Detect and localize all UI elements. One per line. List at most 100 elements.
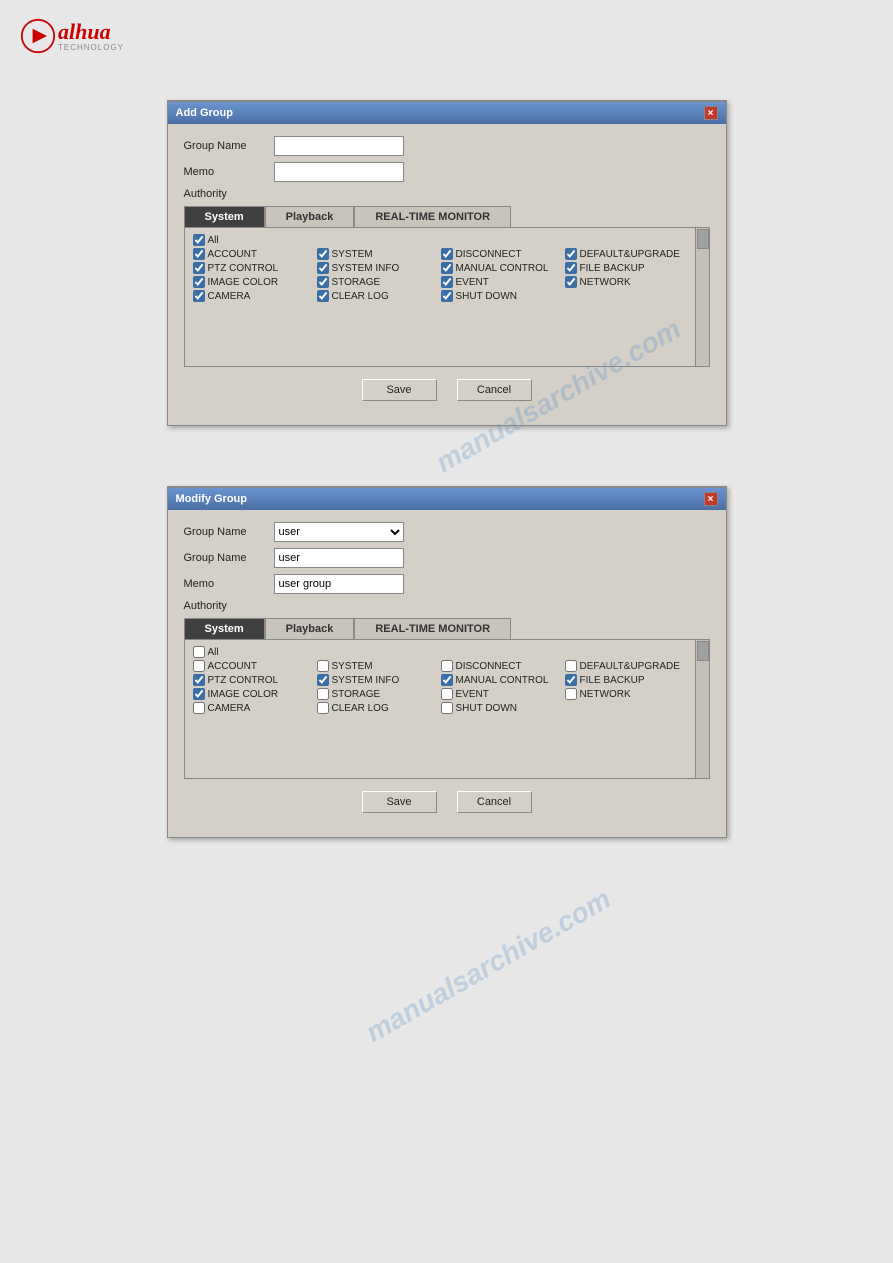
cb-disconnect[interactable] bbox=[441, 248, 453, 260]
list-item: FILE BACKUP bbox=[565, 262, 685, 274]
modify-group-tab-playback[interactable]: Playback bbox=[265, 618, 355, 639]
list-item: STORAGE bbox=[317, 688, 437, 700]
modify-group-close-button[interactable]: × bbox=[704, 492, 718, 506]
list-item: DISCONNECT bbox=[441, 248, 561, 260]
modify-cb-camera[interactable] bbox=[193, 702, 205, 714]
modify-group-name-select[interactable]: user admin bbox=[274, 522, 404, 542]
list-item: CAMERA bbox=[193, 290, 313, 302]
modify-group-dialog: Modify Group × Group Name user admin Gro… bbox=[167, 486, 727, 838]
cb-system-info[interactable] bbox=[317, 262, 329, 274]
list-item: IMAGE COLOR bbox=[193, 276, 313, 288]
modify-group-save-button[interactable]: Save bbox=[362, 791, 437, 813]
add-group-name-label: Group Name bbox=[184, 140, 274, 152]
add-group-scrollbar-thumb bbox=[697, 229, 709, 249]
modify-cb-ptz-control[interactable] bbox=[193, 674, 205, 686]
list-item: MANUAL CONTROL bbox=[441, 674, 561, 686]
add-group-tab-system[interactable]: System bbox=[184, 206, 265, 227]
cb-ptz-control[interactable] bbox=[193, 262, 205, 274]
list-item: MANUAL CONTROL bbox=[441, 262, 561, 274]
add-group-name-input[interactable] bbox=[274, 136, 404, 156]
modify-group-authority-label: Authority bbox=[184, 600, 274, 612]
modify-group-tab-realtime[interactable]: REAL-TIME MONITOR bbox=[354, 618, 511, 639]
modify-group-cancel-button[interactable]: Cancel bbox=[457, 791, 532, 813]
modify-group-name-input[interactable] bbox=[274, 548, 404, 568]
cb-manual-control[interactable] bbox=[441, 262, 453, 274]
logo: alhua TECHNOLOGY bbox=[20, 18, 124, 54]
add-group-memo-row: Memo bbox=[184, 162, 710, 182]
modify-group-name-input-row: Group Name bbox=[184, 548, 710, 568]
modify-cb-clear-log[interactable] bbox=[317, 702, 329, 714]
logo-brand: alhua bbox=[58, 21, 124, 43]
add-group-cb-all-label: All bbox=[208, 235, 219, 246]
modify-group-body: Group Name user admin Group Name Memo bbox=[168, 510, 726, 837]
cb-clear-log[interactable] bbox=[317, 290, 329, 302]
modify-cb-default-upgrade[interactable] bbox=[565, 660, 577, 672]
list-item: SYSTEM INFO bbox=[317, 262, 437, 274]
modify-group-titlebar: Modify Group × bbox=[168, 488, 726, 510]
add-group-dialog: Add Group × Group Name Memo Authority bbox=[167, 100, 727, 426]
modify-cb-storage[interactable] bbox=[317, 688, 329, 700]
add-group-authority-row: Authority bbox=[184, 188, 710, 200]
list-item: FILE BACKUP bbox=[565, 674, 685, 686]
cb-network[interactable] bbox=[565, 276, 577, 288]
modify-cb-manual-control[interactable] bbox=[441, 674, 453, 686]
modify-cb-network[interactable] bbox=[565, 688, 577, 700]
modify-cb-disconnect[interactable] bbox=[441, 660, 453, 672]
list-item: EVENT bbox=[441, 688, 561, 700]
list-item: IMAGE COLOR bbox=[193, 688, 313, 700]
add-group-tabs: System Playback REAL-TIME MONITOR bbox=[184, 206, 710, 227]
cb-event[interactable] bbox=[441, 276, 453, 288]
modify-group-cb-all-input[interactable] bbox=[193, 646, 205, 658]
modify-cb-system[interactable] bbox=[317, 660, 329, 672]
list-item: ACCOUNT bbox=[193, 660, 313, 672]
list-item: PTZ CONTROL bbox=[193, 674, 313, 686]
add-group-memo-input[interactable] bbox=[274, 162, 404, 182]
modify-cb-file-backup[interactable] bbox=[565, 674, 577, 686]
modify-group-scrollbar[interactable] bbox=[695, 640, 709, 778]
page-wrapper: alhua TECHNOLOGY manualsarchive.com manu… bbox=[0, 0, 893, 1263]
modify-group-title: Modify Group bbox=[176, 493, 248, 505]
list-item: STORAGE bbox=[317, 276, 437, 288]
modify-cb-image-color[interactable] bbox=[193, 688, 205, 700]
cb-default-upgrade[interactable] bbox=[565, 248, 577, 260]
add-group-scrollbar[interactable] bbox=[695, 228, 709, 366]
modify-group-cb-all-label: All bbox=[208, 647, 219, 658]
cb-account[interactable] bbox=[193, 248, 205, 260]
list-item: SHUT DOWN bbox=[441, 290, 561, 302]
add-group-close-button[interactable]: × bbox=[704, 106, 718, 120]
logo-sub: TECHNOLOGY bbox=[58, 43, 124, 52]
list-item: NETWORK bbox=[565, 276, 685, 288]
watermark-2: manualsarchive.com bbox=[361, 883, 617, 1049]
cb-shut-down[interactable] bbox=[441, 290, 453, 302]
logo-text-area: alhua TECHNOLOGY bbox=[58, 21, 124, 52]
add-group-cb-all: All bbox=[193, 234, 701, 246]
add-group-dialog-panel: Add Group × Group Name Memo Authority bbox=[167, 100, 727, 426]
add-group-tab-playback[interactable]: Playback bbox=[265, 206, 355, 227]
modify-group-name-select-label: Group Name bbox=[184, 526, 274, 538]
modify-group-memo-input[interactable] bbox=[274, 574, 404, 594]
add-group-tab-realtime[interactable]: REAL-TIME MONITOR bbox=[354, 206, 511, 227]
cb-camera[interactable] bbox=[193, 290, 205, 302]
modify-cb-system-info[interactable] bbox=[317, 674, 329, 686]
cb-image-color[interactable] bbox=[193, 276, 205, 288]
modify-group-checkbox-grid: ACCOUNT SYSTEM DISCONNECT DEFAULT&U bbox=[193, 660, 701, 714]
list-item: CLEAR LOG bbox=[317, 290, 437, 302]
list-item: DEFAULT&UPGRADE bbox=[565, 660, 685, 672]
cb-file-backup[interactable] bbox=[565, 262, 577, 274]
list-item: SHUT DOWN bbox=[441, 702, 561, 714]
cb-system[interactable] bbox=[317, 248, 329, 260]
list-item: ACCOUNT bbox=[193, 248, 313, 260]
modify-group-cb-all: All bbox=[193, 646, 701, 658]
modify-group-tab-system[interactable]: System bbox=[184, 618, 265, 639]
add-group-cancel-button[interactable]: Cancel bbox=[457, 379, 532, 401]
add-group-cb-all-input[interactable] bbox=[193, 234, 205, 246]
cb-storage[interactable] bbox=[317, 276, 329, 288]
list-item: SYSTEM bbox=[317, 248, 437, 260]
add-group-save-button[interactable]: Save bbox=[362, 379, 437, 401]
add-group-titlebar: Add Group × bbox=[168, 102, 726, 124]
modify-cb-event[interactable] bbox=[441, 688, 453, 700]
list-item: NETWORK bbox=[565, 688, 685, 700]
modify-group-button-row: Save Cancel bbox=[184, 791, 710, 825]
modify-cb-shut-down[interactable] bbox=[441, 702, 453, 714]
modify-cb-account[interactable] bbox=[193, 660, 205, 672]
